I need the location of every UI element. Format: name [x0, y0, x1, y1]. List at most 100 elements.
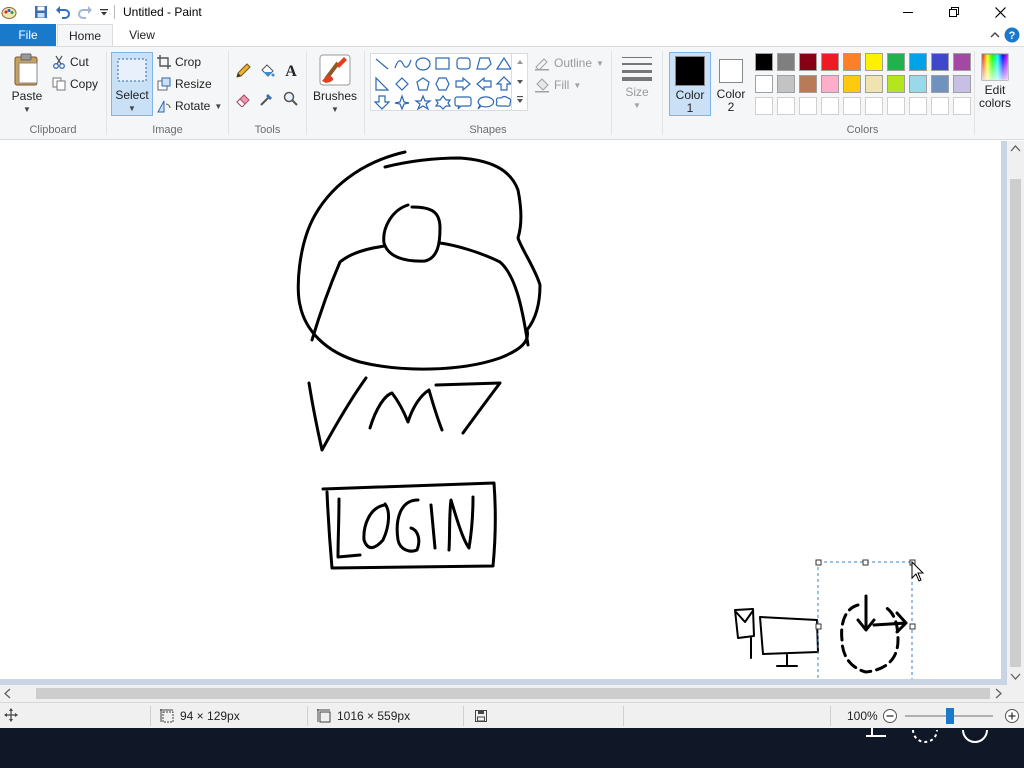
eraser-icon[interactable]: [235, 91, 251, 107]
size-button[interactable]: Size ▼: [618, 53, 656, 115]
text-tool-icon[interactable]: A: [283, 62, 299, 78]
shapes-gallery-scroll[interactable]: [512, 53, 528, 111]
oval-callout-shape-icon[interactable]: [477, 96, 495, 110]
palette-color-swatch[interactable]: [821, 53, 839, 71]
palette-color-swatch[interactable]: [865, 53, 883, 71]
palette-color-swatch[interactable]: [909, 75, 927, 93]
palette-color-swatch[interactable]: [953, 75, 971, 93]
custom-color-slot[interactable]: [931, 97, 949, 115]
copy-button[interactable]: Copy: [52, 77, 98, 91]
brushes-button[interactable]: Brushes ▼: [313, 53, 357, 115]
custom-color-slot[interactable]: [777, 97, 795, 115]
custom-color-slot[interactable]: [843, 97, 861, 115]
scroll-right-arrow-icon[interactable]: [995, 688, 1002, 699]
resize-handle[interactable]: [862, 559, 869, 566]
shapes-expand-icon[interactable]: [517, 96, 523, 98]
palette-color-swatch[interactable]: [843, 53, 861, 71]
palette-color-swatch[interactable]: [821, 75, 839, 93]
four-point-star-shape-icon[interactable]: [394, 94, 410, 111]
line-shape-icon[interactable]: [375, 58, 389, 70]
rotate-button[interactable]: Rotate ▼: [157, 99, 222, 113]
palette-color-swatch[interactable]: [887, 75, 905, 93]
palette-color-swatch[interactable]: [755, 53, 773, 71]
pentagon-shape-icon[interactable]: [416, 77, 430, 91]
shapes-gallery[interactable]: [370, 53, 513, 111]
fill-bucket-icon[interactable]: [259, 63, 275, 79]
help-icon[interactable]: ?: [1004, 27, 1020, 43]
palette-color-swatch[interactable]: [777, 75, 795, 93]
undo-icon[interactable]: [54, 3, 72, 21]
taskbar-volume-icon[interactable]: [912, 729, 938, 743]
right-arrow-shape-icon[interactable]: [455, 76, 471, 92]
rounded-callout-shape-icon[interactable]: [454, 96, 472, 110]
save-icon[interactable]: [32, 3, 50, 21]
resize-button[interactable]: Resize: [157, 77, 212, 91]
palette-color-swatch[interactable]: [777, 53, 795, 71]
resize-handle[interactable]: [815, 623, 822, 630]
palette-color-swatch[interactable]: [843, 75, 861, 93]
pencil-tool-icon[interactable]: [235, 63, 251, 79]
zoom-slider-thumb[interactable]: [946, 708, 954, 724]
oval-shape-icon[interactable]: [415, 57, 431, 71]
vertical-scroll-thumb[interactable]: [1010, 179, 1021, 667]
shapes-scroll-down-icon[interactable]: [517, 80, 523, 84]
polygon-shape-icon[interactable]: [476, 57, 492, 70]
palette-color-swatch[interactable]: [865, 75, 883, 93]
right-triangle-shape-icon[interactable]: [375, 76, 390, 91]
outline-button[interactable]: Outline ▼: [534, 55, 604, 71]
left-arrow-shape-icon[interactable]: [476, 76, 492, 92]
custom-color-slot[interactable]: [821, 97, 839, 115]
five-point-star-shape-icon[interactable]: [414, 94, 432, 111]
paste-button[interactable]: Paste ▼: [6, 53, 48, 114]
taskbar-network-icon[interactable]: [866, 724, 886, 737]
palette-color-swatch[interactable]: [909, 53, 927, 71]
diamond-shape-icon[interactable]: [395, 77, 409, 91]
zoom-in-button[interactable]: [1004, 708, 1020, 724]
paint-app-icon[interactable]: [0, 3, 18, 21]
tab-view[interactable]: View: [115, 24, 169, 46]
customize-quick-access-icon[interactable]: [95, 3, 113, 21]
palette-color-swatch[interactable]: [887, 53, 905, 71]
rectangle-shape-icon[interactable]: [435, 57, 450, 70]
fill-button[interactable]: Fill ▼: [534, 77, 581, 93]
taskbar-notification-icon[interactable]: [962, 729, 988, 743]
cut-button[interactable]: Cut: [52, 55, 89, 69]
custom-color-slot[interactable]: [865, 97, 883, 115]
redo-icon[interactable]: [76, 3, 94, 21]
scroll-left-arrow-icon[interactable]: [4, 688, 11, 699]
color-picker-icon[interactable]: [259, 91, 275, 107]
up-arrow-shape-icon[interactable]: [495, 76, 513, 91]
edit-colors-button[interactable]: Edit colors: [975, 53, 1015, 117]
magnifier-icon[interactable]: [283, 91, 299, 107]
palette-color-swatch[interactable]: [931, 75, 949, 93]
collapse-ribbon-icon[interactable]: [987, 27, 1003, 43]
restore-button[interactable]: [931, 0, 977, 24]
horizontal-scroll-thumb[interactable]: [36, 688, 990, 699]
tab-file[interactable]: File: [0, 24, 56, 46]
curve-shape-icon[interactable]: [394, 59, 412, 69]
drawing-canvas[interactable]: [0, 141, 1001, 679]
triangle-shape-icon[interactable]: [495, 56, 513, 70]
shapes-scroll-up-icon[interactable]: [517, 60, 523, 64]
palette-color-swatch[interactable]: [755, 75, 773, 93]
scroll-up-arrow-icon[interactable]: [1010, 145, 1021, 152]
custom-color-slot[interactable]: [755, 97, 773, 115]
scroll-down-arrow-icon[interactable]: [1010, 673, 1021, 680]
custom-color-slot[interactable]: [909, 97, 927, 115]
zoom-out-button[interactable]: [882, 708, 898, 724]
down-arrow-shape-icon[interactable]: [373, 95, 391, 110]
color2-button[interactable]: Color 2: [712, 52, 750, 116]
crop-button[interactable]: Crop: [157, 55, 201, 69]
hexagon-shape-icon[interactable]: [435, 77, 450, 91]
select-button[interactable]: Select ▼: [111, 52, 153, 116]
custom-color-slot[interactable]: [799, 97, 817, 115]
palette-color-swatch[interactable]: [931, 53, 949, 71]
custom-color-slot[interactable]: [887, 97, 905, 115]
color1-button[interactable]: Color 1: [669, 52, 711, 116]
minimize-button[interactable]: [885, 0, 931, 24]
palette-color-swatch[interactable]: [799, 75, 817, 93]
tab-home[interactable]: Home: [57, 24, 113, 46]
palette-color-swatch[interactable]: [953, 53, 971, 71]
resize-handle[interactable]: [909, 623, 916, 630]
rounded-rectangle-shape-icon[interactable]: [456, 57, 471, 70]
